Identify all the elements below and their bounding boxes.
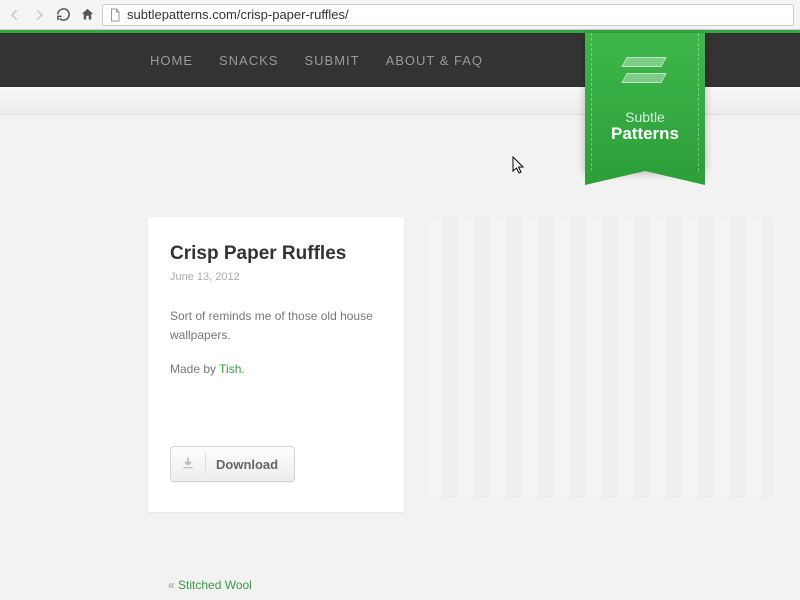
author-link[interactable]: Tish <box>219 362 241 376</box>
button-divider <box>205 453 206 475</box>
post-author: Made by Tish. <box>170 362 382 376</box>
prev-marker: « <box>168 578 178 592</box>
nav-submit[interactable]: SUBMIT <box>304 53 359 68</box>
nav-snacks[interactable]: SNACKS <box>219 53 278 68</box>
nav-about-faq[interactable]: ABOUT & FAQ <box>386 53 483 68</box>
post-card: Crisp Paper Ruffles June 13, 2012 Sort o… <box>148 217 404 512</box>
download-icon <box>181 456 195 473</box>
made-by-prefix: Made by <box>170 362 219 376</box>
back-icon[interactable] <box>6 6 24 24</box>
url-input[interactable]: subtlepatterns.com/crisp-paper-ruffles/ <box>102 4 794 26</box>
home-icon[interactable] <box>78 6 96 24</box>
page-icon <box>109 8 123 22</box>
download-button[interactable]: Download <box>170 446 295 482</box>
logo-text-line1: Subtle <box>585 109 705 125</box>
page-body: Crisp Paper Ruffles June 13, 2012 Sort o… <box>0 115 800 600</box>
logo-ribbon[interactable]: Subtle Patterns <box>585 33 705 171</box>
prev-post-link: « Stitched Wool <box>168 578 252 592</box>
ribbon-stitch <box>698 33 699 171</box>
logo-text-line2: Patterns <box>585 125 705 144</box>
made-by-suffix: . <box>241 362 244 376</box>
reload-icon[interactable] <box>54 6 72 24</box>
prev-post-anchor[interactable]: Stitched Wool <box>178 578 252 592</box>
nav-home[interactable]: HOME <box>150 53 193 68</box>
url-text: subtlepatterns.com/crisp-paper-ruffles/ <box>127 7 349 22</box>
pattern-preview <box>426 217 772 497</box>
post-description: Sort of reminds me of those old house wa… <box>170 307 382 344</box>
forward-icon[interactable] <box>30 6 48 24</box>
ribbon-stitch <box>591 33 592 171</box>
post-title: Crisp Paper Ruffles <box>170 243 382 265</box>
browser-toolbar: subtlepatterns.com/crisp-paper-ruffles/ <box>0 0 800 30</box>
post-date: June 13, 2012 <box>170 271 382 283</box>
download-label: Download <box>216 457 278 472</box>
logo-icon <box>624 51 666 93</box>
